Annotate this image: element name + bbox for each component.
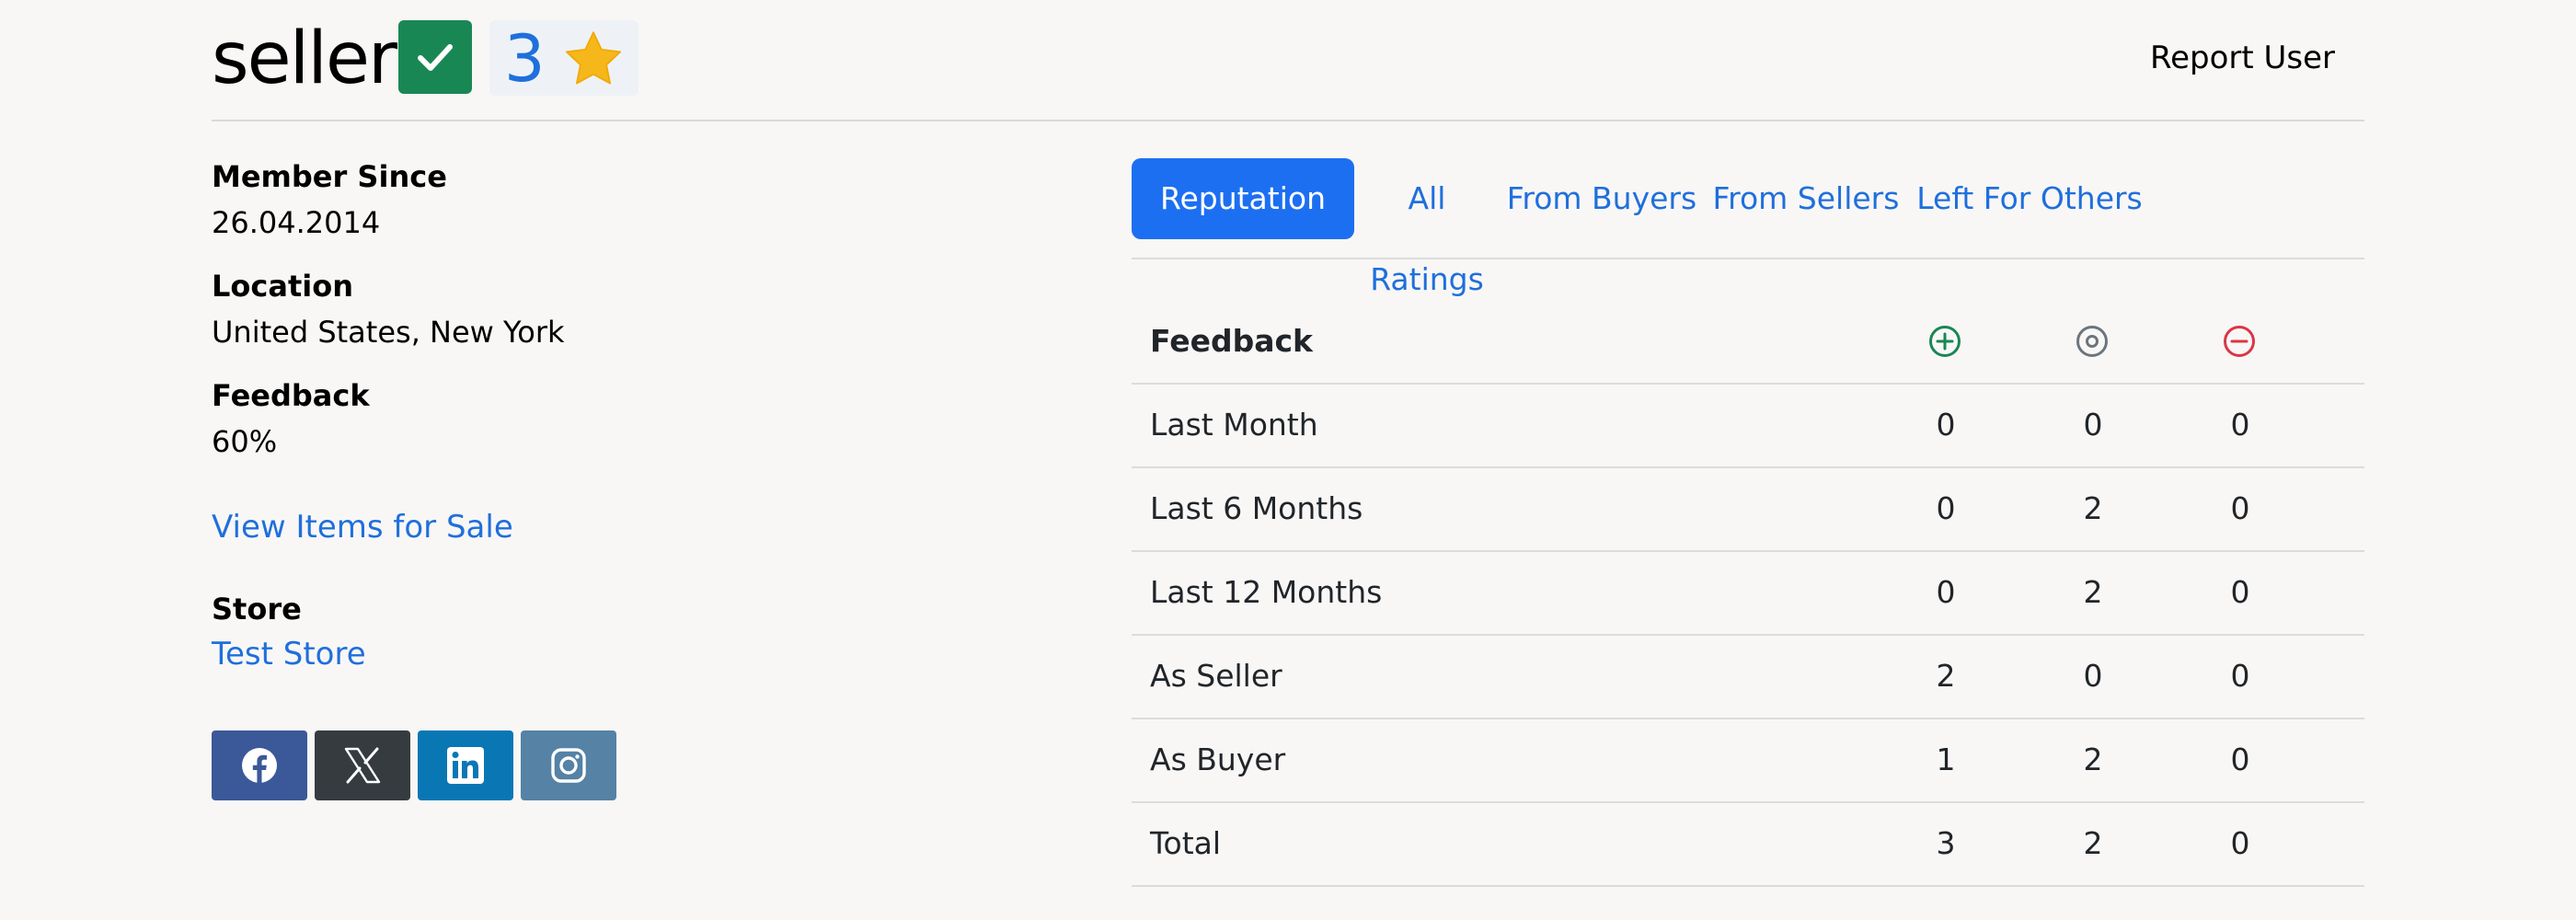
negative-count: 0 bbox=[2230, 490, 2250, 526]
positive-count: 0 bbox=[1936, 407, 1956, 443]
verified-badge bbox=[398, 20, 472, 94]
feedback-label: Feedback bbox=[212, 378, 370, 413]
row-label: Total bbox=[1150, 825, 1222, 861]
facebook-icon bbox=[242, 748, 277, 783]
neutral-count: 2 bbox=[2083, 742, 2103, 777]
location-label: Location bbox=[212, 269, 353, 304]
row-label: Last 12 Months bbox=[1150, 574, 1383, 610]
rating-badge: 3 bbox=[489, 20, 638, 96]
report-user-link[interactable]: Report User bbox=[2150, 37, 2335, 79]
table-row: Last 6 Months 0 2 0 bbox=[1132, 467, 2364, 552]
row-label: As Buyer bbox=[1150, 742, 1286, 777]
minus-circle-icon bbox=[2224, 326, 2255, 357]
row-label: Last 6 Months bbox=[1150, 490, 1363, 526]
instagram-button[interactable] bbox=[521, 730, 616, 800]
positive-count: 2 bbox=[1936, 658, 1956, 694]
feedback-column-header: Feedback bbox=[1150, 323, 1313, 359]
location-value: United States, New York bbox=[212, 315, 565, 350]
neutral-count: 2 bbox=[2083, 825, 2103, 861]
check-icon bbox=[418, 44, 453, 71]
feedback-value: 60% bbox=[212, 424, 278, 459]
plus-circle-icon bbox=[1929, 326, 1961, 357]
star-icon bbox=[565, 31, 622, 85]
negative-count: 0 bbox=[2230, 407, 2250, 443]
positive-count: 0 bbox=[1936, 574, 1956, 610]
x-icon bbox=[344, 747, 381, 784]
store-link[interactable]: Test Store bbox=[212, 633, 366, 675]
linkedin-icon bbox=[447, 747, 484, 784]
rating-count: 3 bbox=[504, 21, 546, 97]
neutral-count: 0 bbox=[2083, 407, 2103, 443]
linkedin-button[interactable] bbox=[418, 730, 513, 800]
table-row: As Buyer 1 2 0 bbox=[1132, 719, 2364, 803]
row-label: Last Month bbox=[1150, 407, 1318, 443]
store-label: Store bbox=[212, 592, 302, 627]
x-button[interactable] bbox=[315, 730, 410, 800]
tab-from-buyers[interactable]: From Buyers bbox=[1500, 158, 1704, 239]
member-since-value: 26.04.2014 bbox=[212, 205, 381, 240]
profile-page: seller 3 Report User Member Since 26.04.… bbox=[212, 0, 2364, 920]
tab-reputation[interactable]: Reputation bbox=[1132, 158, 1354, 239]
neutral-count: 2 bbox=[2083, 490, 2103, 526]
username: seller bbox=[212, 17, 397, 100]
rating-tabs: Reputation All Ratings From Buyers From … bbox=[1132, 156, 2364, 297]
table-header-row: Feedback bbox=[1132, 300, 2364, 385]
member-since-label: Member Since bbox=[212, 159, 447, 194]
row-label: As Seller bbox=[1150, 658, 1282, 694]
dot-circle-icon bbox=[2076, 326, 2108, 357]
positive-count: 0 bbox=[1936, 490, 1956, 526]
negative-count: 0 bbox=[2230, 825, 2250, 861]
table-row: Last 12 Months 0 2 0 bbox=[1132, 551, 2364, 636]
positive-count: 1 bbox=[1936, 742, 1956, 777]
facebook-button[interactable] bbox=[212, 730, 307, 800]
positive-count: 3 bbox=[1936, 825, 1956, 861]
table-row: Last Month 0 0 0 bbox=[1132, 384, 2364, 468]
profile-header: seller 3 Report User bbox=[212, 0, 2364, 121]
tab-all-ratings[interactable]: All Ratings bbox=[1354, 158, 1500, 297]
tab-from-sellers[interactable]: From Sellers bbox=[1704, 158, 1908, 239]
table-row-total: Total 3 2 0 bbox=[1132, 802, 2364, 887]
tab-left-for-others[interactable]: Left For Others bbox=[1908, 158, 2151, 239]
negative-count: 0 bbox=[2230, 742, 2250, 777]
neutral-count: 2 bbox=[2083, 574, 2103, 610]
negative-count: 0 bbox=[2230, 658, 2250, 694]
neutral-count: 0 bbox=[2083, 658, 2103, 694]
view-items-link[interactable]: View Items for Sale bbox=[212, 506, 513, 548]
table-row: As Seller 2 0 0 bbox=[1132, 635, 2364, 719]
negative-count: 0 bbox=[2230, 574, 2250, 610]
instagram-icon bbox=[551, 748, 586, 783]
